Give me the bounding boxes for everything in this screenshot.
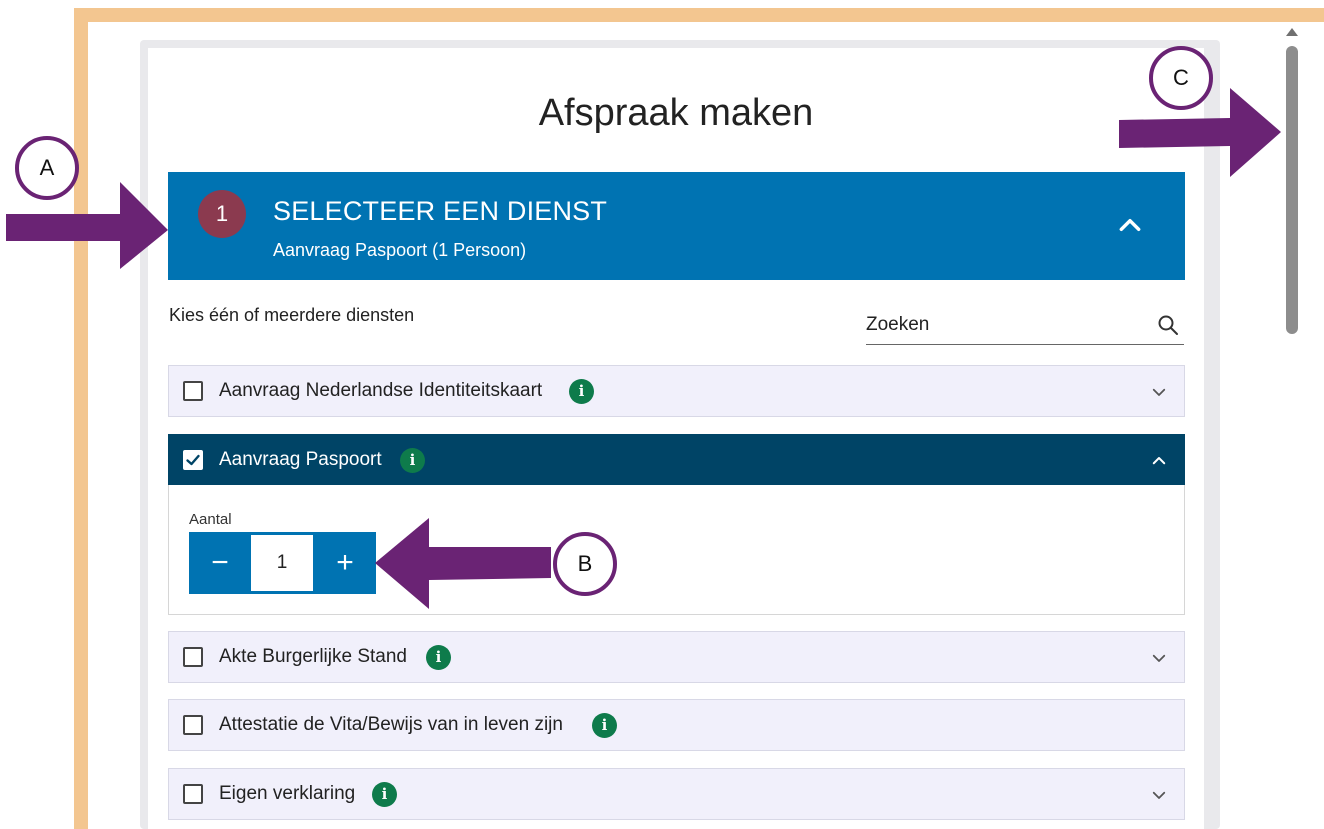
callout-a: A <box>15 136 79 200</box>
callout-b: B <box>553 532 617 596</box>
arrow-b-icon <box>375 518 551 609</box>
annotation-arrows <box>6 88 1281 609</box>
callout-c: C <box>1149 46 1213 110</box>
